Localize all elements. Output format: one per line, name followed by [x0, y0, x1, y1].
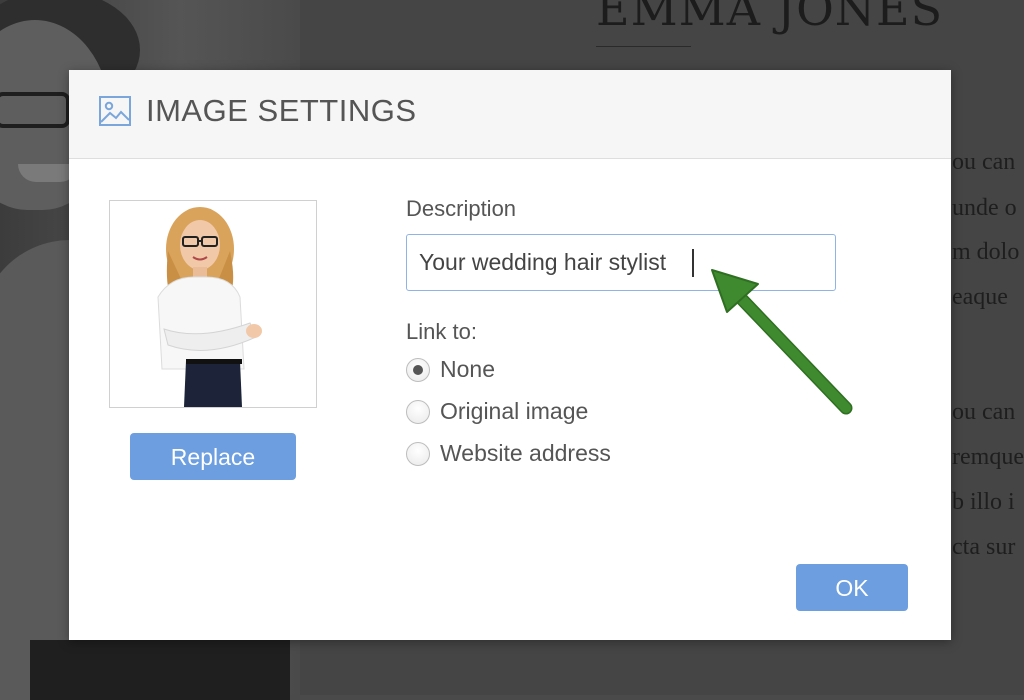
description-input[interactable] — [406, 234, 836, 291]
background-page-title: EMMA JONES — [596, 0, 944, 36]
radio-label: Original image — [440, 398, 589, 424]
background-text-line: cta sur — [952, 534, 1016, 560]
text-cursor — [692, 249, 694, 277]
description-label: Description — [406, 196, 517, 221]
radio-button[interactable] — [406, 358, 430, 382]
background-text-line: ou can — [952, 399, 1016, 425]
background-text-line: unde o — [952, 195, 1017, 221]
image-icon — [99, 96, 131, 126]
radio-button[interactable] — [406, 442, 430, 466]
background-text-line: remque — [952, 444, 1024, 470]
image-settings-dialog: IMAGE SETTINGS Replace Description Your … — [69, 70, 951, 640]
background-text-line: ou can — [952, 149, 1016, 175]
background-title-divider — [596, 46, 691, 47]
background-text-line: m dolo — [952, 239, 1020, 265]
radio-option-none[interactable]: None — [406, 356, 606, 386]
dialog-title: IMAGE SETTINGS — [146, 93, 417, 128]
ok-button[interactable]: OK — [796, 564, 908, 611]
radio-label: None — [440, 356, 495, 382]
background-text-line: eaque — [952, 284, 1008, 310]
background-text-line: b illo i — [952, 489, 1015, 515]
radio-option-original-image[interactable]: Original image — [406, 398, 636, 428]
dialog-header: IMAGE SETTINGS — [69, 70, 951, 159]
radio-label: Website address — [440, 440, 611, 466]
radio-option-website-address[interactable]: Website address — [406, 440, 666, 470]
radio-selected-dot — [413, 365, 423, 375]
image-preview — [109, 200, 317, 408]
link-to-label: Link to: — [406, 319, 477, 344]
radio-button[interactable] — [406, 400, 430, 424]
replace-button[interactable]: Replace — [130, 433, 296, 480]
woman-portrait-image — [157, 207, 262, 407]
